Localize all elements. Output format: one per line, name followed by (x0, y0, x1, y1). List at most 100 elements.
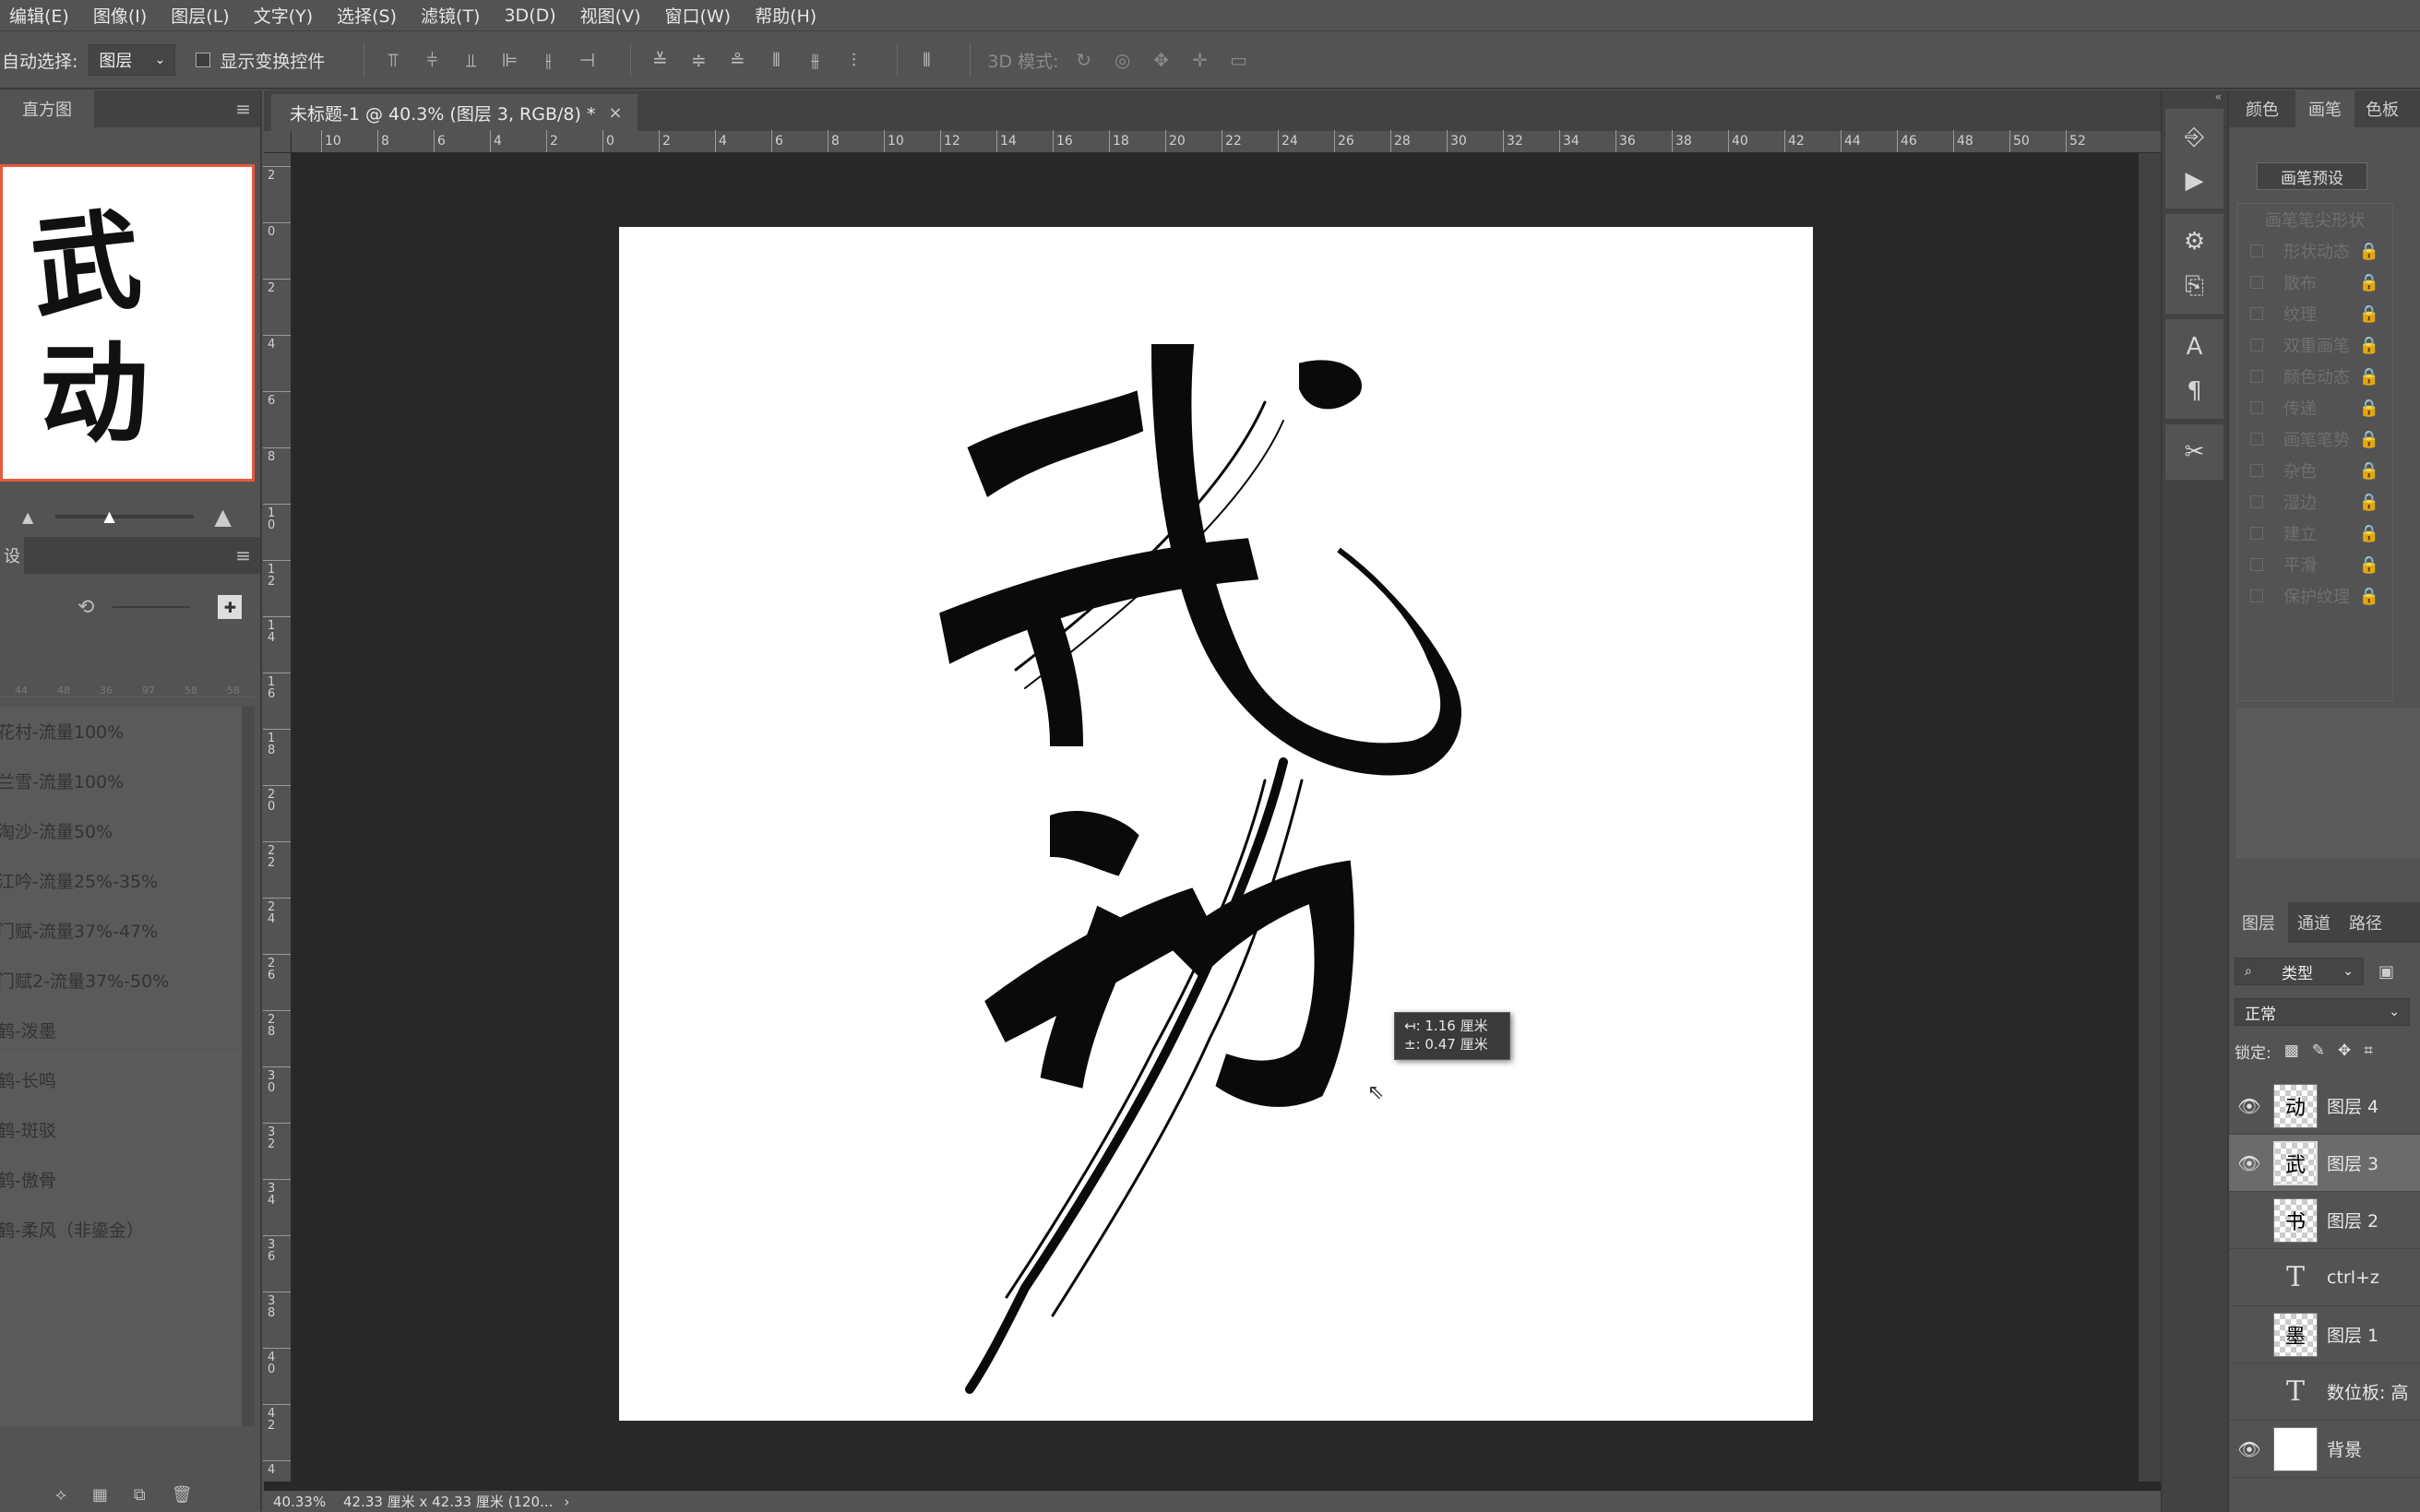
lock-icon[interactable]: 🔒 (2359, 461, 2379, 481)
checkbox[interactable] (2250, 589, 2263, 602)
tool-presets-icon[interactable]: ✂ (2173, 430, 2217, 474)
brush-option-row[interactable]: 形状动态 🔒 (2237, 235, 2392, 267)
align-hcenter-icon[interactable]: ⫲ (536, 48, 560, 72)
brush-size-slider[interactable] (113, 606, 191, 608)
clone-source-icon[interactable]: ⎘ (2173, 264, 2217, 308)
reset-brush-icon[interactable]: ⟲ (77, 596, 94, 619)
layer-row[interactable]: T 数位板: 高 (2229, 1363, 2420, 1421)
layer-row[interactable]: 👁 动 图层 4 (2229, 1077, 2420, 1135)
checkbox[interactable] (2250, 433, 2263, 446)
layer-row[interactable]: 书 图层 2 (2229, 1192, 2420, 1249)
list-item[interactable]: 长门赋2-流量37%-50% (0, 956, 242, 1006)
brush-option-row[interactable]: 传递 🔒 (2237, 392, 2392, 423)
toggle-brush-panel-icon[interactable]: ⟡ (55, 1485, 66, 1505)
distribute-bottom-icon[interactable]: ≗ (725, 48, 749, 72)
brush-tip-size[interactable]: 36 (100, 685, 113, 696)
lock-icon[interactable]: 🔒 (2359, 493, 2379, 512)
tab-color[interactable]: 颜色 (2229, 97, 2295, 121)
brush-tip-size[interactable]: 97 (142, 685, 155, 696)
distribute-vcenter-icon[interactable]: ≑ (686, 48, 710, 72)
vertical-ruler[interactable]: 2 0 2 4 6 8 1 0 1 2 1 4 1 6 1 8 2 0 2 2 2 4 2 6 2 8 3 0 3… (263, 153, 292, 1482)
brush-option-row[interactable]: 双重画笔 🔒 (2237, 329, 2392, 361)
lock-pixels-icon[interactable]: ✎ (2312, 1042, 2325, 1060)
checkbox[interactable] (2250, 558, 2263, 571)
zoom-slider[interactable]: ▲ (55, 507, 195, 525)
menu-layer[interactable]: 图层(L) (171, 3, 229, 28)
menu-help[interactable]: 帮助(H) (755, 3, 817, 28)
blend-mode-dropdown[interactable]: 正常 ⌄ (2235, 998, 2410, 1026)
tab-channels[interactable]: 通道 (2288, 911, 2340, 935)
tab-paths[interactable]: 路径 (2340, 911, 2391, 935)
trash-icon[interactable]: 🗑 (172, 1485, 193, 1505)
list-item[interactable]: 清鹤-斑驳 (0, 1105, 242, 1155)
menu-view[interactable]: 视图(V) (580, 3, 641, 28)
brush-preset-button[interactable]: 画笔预设 (2257, 162, 2367, 190)
tab-layers[interactable]: 图层 (2229, 902, 2288, 943)
brush-option-row[interactable]: 平滑 🔒 (2237, 549, 2392, 580)
visibility-eye-icon[interactable]: 👁 (2229, 1095, 2270, 1117)
status-zoom[interactable]: 40.33% (273, 1494, 332, 1510)
brush-tip-shape-header[interactable]: 画笔笔尖形状 (2237, 204, 2392, 235)
auto-align-icon[interactable]: ⦀ (914, 48, 938, 72)
list-item[interactable]: 清鹤-长鸣 (0, 1055, 242, 1105)
brush-option-row[interactable]: 散布 🔒 (2237, 267, 2392, 298)
new-preset-icon[interactable]: ⧉ (134, 1485, 146, 1505)
auto-select-dropdown[interactable]: 图层 ⌄ (89, 44, 176, 76)
zoom-in-icon[interactable]: ▲ (214, 504, 231, 530)
tab-histogram[interactable]: 直方图 (0, 90, 94, 127)
menu-type[interactable]: 文字(Y) (254, 3, 313, 28)
list-item[interactable]: 清鹤-泼墨 (0, 1006, 242, 1055)
lock-icon[interactable]: 🔒 (2359, 242, 2379, 261)
lock-icon[interactable]: 🔒 (2359, 430, 2379, 449)
checkbox[interactable] (2250, 339, 2263, 351)
brush-tip-size[interactable]: 58 (227, 685, 240, 696)
align-left-icon[interactable]: ⊫ (497, 48, 521, 72)
align-vcenter-icon[interactable]: ⫩ (420, 48, 444, 72)
layer-row-selected[interactable]: 👁 武 图层 3 (2229, 1135, 2420, 1192)
brush-option-row[interactable]: 画笔笔势 🔒 (2237, 423, 2392, 455)
lock-icon[interactable]: 🔒 (2359, 587, 2379, 606)
checkbox[interactable] (2250, 464, 2263, 477)
tab-brush[interactable]: 画笔 (2295, 90, 2354, 127)
lock-icon[interactable]: 🔒 (2359, 524, 2379, 543)
lock-icon[interactable]: 🔒 (2359, 367, 2379, 387)
list-item[interactable]: 杏花村-流量100% (0, 707, 242, 756)
menu-image[interactable]: 图像(I) (93, 3, 147, 28)
lock-icon[interactable]: 🔒 (2359, 336, 2379, 355)
brush-list-scrollbar[interactable] (242, 707, 255, 1426)
3d-scale-icon[interactable]: ▭ (1227, 48, 1251, 72)
distribute-top-icon[interactable]: ≚ (648, 48, 672, 72)
layer-row[interactable]: T ctrl+z (2229, 1249, 2420, 1306)
menu-edit[interactable]: 编辑(E) (9, 3, 69, 28)
lock-icon[interactable]: 🔒 (2359, 555, 2379, 575)
lock-artboard-icon[interactable]: ⌗ (2364, 1042, 2373, 1060)
brush-tip-size[interactable]: 44 (15, 685, 28, 696)
checkbox[interactable] (2250, 276, 2263, 289)
zoom-out-icon[interactable]: ▲ (22, 508, 33, 526)
3d-rotate-icon[interactable]: ↻ (1072, 48, 1096, 72)
status-menu-arrow-icon[interactable]: › (564, 1494, 569, 1510)
actions-play-icon[interactable]: ▶ (2173, 159, 2217, 203)
navigator-thumbnail[interactable]: 武 动 (0, 164, 255, 482)
show-transform-checkbox[interactable] (196, 53, 211, 67)
new-preset-icon[interactable]: ✚ (218, 595, 243, 619)
layer-row[interactable]: 👁 背景 (2229, 1421, 2420, 1478)
align-top-icon[interactable]: ⫪ (381, 48, 405, 72)
checkbox[interactable] (2250, 527, 2263, 540)
layer-row[interactable]: 墨 图层 1 (2229, 1306, 2420, 1363)
brush-option-row[interactable]: 颜色动态 🔒 (2237, 361, 2392, 392)
list-item[interactable]: 长门赋-流量37%-47% (0, 906, 242, 956)
paragraph-icon[interactable]: ¶ (2173, 369, 2217, 413)
align-bottom-icon[interactable]: ⫫ (459, 48, 483, 72)
list-item[interactable]: 西兰雪-流量100% (0, 756, 242, 806)
brush-option-row[interactable]: 湿边 🔒 (2237, 486, 2392, 518)
close-icon[interactable]: × (608, 103, 622, 123)
character-icon[interactable]: A (2173, 325, 2217, 369)
brush-option-row[interactable]: 杂色 🔒 (2237, 455, 2392, 486)
lock-icon[interactable]: 🔒 (2359, 399, 2379, 418)
brush-tip-size[interactable]: 58 (185, 685, 197, 696)
brush-option-row[interactable]: 纹理 🔒 (2237, 298, 2392, 329)
brush-option-row[interactable]: 建立 🔒 (2237, 518, 2392, 549)
3d-drag-icon[interactable]: ✥ (1150, 48, 1174, 72)
canvas[interactable] (619, 227, 1813, 1421)
